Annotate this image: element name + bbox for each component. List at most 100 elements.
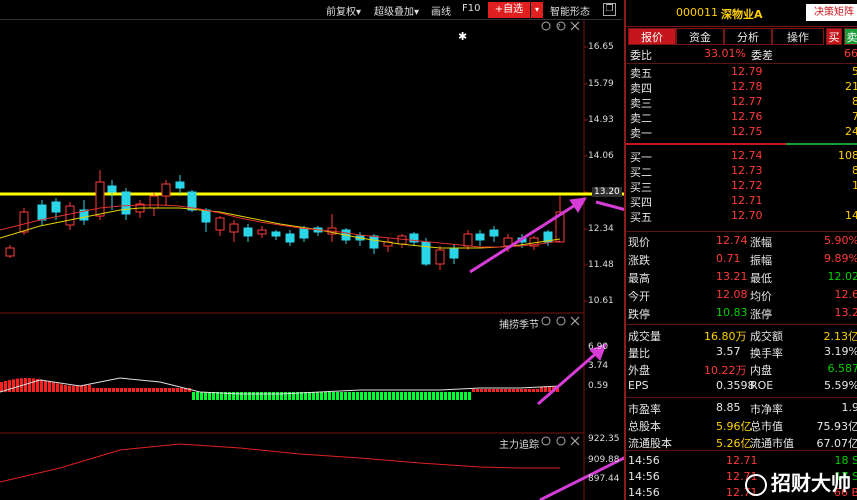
tab-funds[interactable]: 资金 <box>676 28 724 45</box>
finance-value: 8.85 <box>716 401 741 414</box>
buy-order-row: 买五 12.70 14 <box>626 209 857 224</box>
indicator1-bar <box>92 388 95 392</box>
price-axis-label: 14.93 <box>588 115 614 125</box>
candle-body <box>19 211 29 233</box>
indicator1-bar <box>48 381 51 392</box>
indicator1-bar <box>172 388 175 392</box>
indicator1-bar <box>180 388 183 392</box>
order-label: 买三 <box>630 181 652 194</box>
indicator1-bar <box>344 392 347 400</box>
indicator1-bar <box>352 392 355 400</box>
indicator1-bar <box>384 392 387 400</box>
smart-pattern-button[interactable]: 智能形态 <box>550 3 590 18</box>
indicator1-bar <box>488 389 491 392</box>
price-axis-label: 16.65 <box>588 42 614 52</box>
quote-row: 今开 12.08 均价 12.6 <box>626 288 857 303</box>
order-price: 12.72 <box>731 179 763 192</box>
candle-body <box>107 185 117 193</box>
indicator1-bar <box>400 392 403 400</box>
indicator1-bar <box>436 392 439 400</box>
main-panel-icons[interactable]: ? <box>541 21 580 31</box>
candle-body <box>161 183 171 197</box>
quote-row: 跌停 10.83 涨停 13.2 <box>626 306 857 321</box>
sell-button[interactable]: 卖 <box>844 28 857 45</box>
finance-value: 1.9 <box>841 401 857 414</box>
kline-chart[interactable]: ? ✱ <box>0 20 625 500</box>
quote-value: 9.89% <box>824 252 857 265</box>
indicator1-bar <box>532 389 535 392</box>
candle-body <box>201 209 211 223</box>
indicator1-bar <box>112 388 115 392</box>
indicator1-bar <box>508 389 511 392</box>
candle-body <box>271 231 281 237</box>
finance-label: 总股本 <box>628 420 661 433</box>
volume-row: 外盘 10.22万 内盘 6.587 <box>626 362 857 377</box>
indicator1-bar <box>544 387 547 392</box>
candle-body <box>51 201 61 213</box>
weibi-row: 委比 33.01% 委差 66 <box>630 47 857 62</box>
volume-value: 10.22万 <box>704 364 747 377</box>
quote-value: 12.74 <box>716 234 748 247</box>
indicator1-bar <box>412 392 415 400</box>
volume-label: 成交额 <box>750 330 783 343</box>
price-axis-label: 14.06 <box>588 151 614 161</box>
sell-order-row: 卖五 12.79 5 <box>626 65 857 80</box>
stock-code: 000011 <box>676 6 718 19</box>
order-label: 卖五 <box>630 67 652 80</box>
buy-order-row: 买二 12.73 8 <box>626 164 857 179</box>
indicator1-bar <box>328 392 331 400</box>
indicator1-bar <box>56 383 59 392</box>
overlay-menu[interactable]: 超级叠加▾ <box>374 3 419 18</box>
quote-label: 均价 <box>750 290 772 303</box>
indicator1-bar <box>396 392 399 400</box>
restore-window-icon[interactable]: ❐ <box>603 3 616 16</box>
buy-button[interactable]: 买 <box>826 28 842 45</box>
order-volume: 1 <box>852 179 857 192</box>
tab-quote[interactable]: 报价 <box>628 28 676 45</box>
indicator2-axis-label: 897.44 <box>588 474 620 484</box>
quote-label: 跌停 <box>628 308 650 321</box>
quote-value: 5.90% <box>824 234 857 247</box>
svg-text:?: ? <box>557 23 561 31</box>
decision-matrix-button[interactable]: 决策矩阵 <box>806 4 857 21</box>
order-label: 卖二 <box>630 112 652 125</box>
indicator1-icons[interactable] <box>541 316 580 326</box>
finance-label: 流通股本 <box>628 437 672 450</box>
order-price: 12.73 <box>731 164 763 177</box>
candle-body <box>149 195 159 209</box>
indicator1-bar <box>392 392 395 400</box>
candle-body <box>229 223 239 233</box>
indicator1-bar <box>416 392 419 400</box>
watchlist-dropdown-icon[interactable]: ▾ <box>531 2 543 18</box>
indicator2-icons[interactable] <box>541 436 580 446</box>
draw-line-button[interactable]: 画线 <box>431 3 451 18</box>
tab-analysis[interactable]: 分析 <box>724 28 772 45</box>
volume-value: 0.3598 <box>716 379 755 392</box>
indicator1-bar <box>452 392 455 400</box>
indicator1-bar <box>404 392 407 400</box>
indicator1-bar <box>40 379 43 392</box>
candle-body <box>435 249 445 265</box>
indicator1-bar <box>32 378 35 392</box>
indicator1-bar <box>472 389 475 392</box>
volume-label: 量比 <box>628 347 650 360</box>
indicator1-bar <box>456 392 459 400</box>
indicator1-bar <box>336 392 339 400</box>
quote-label: 现价 <box>628 236 650 249</box>
adjust-menu[interactable]: 前复权▾ <box>326 3 361 18</box>
indicator1-bar <box>88 384 91 392</box>
indicator1-bar <box>28 378 31 392</box>
f10-button[interactable]: F10 <box>462 3 480 14</box>
indicator1-bar <box>116 388 119 392</box>
add-watchlist-button[interactable]: +自选 <box>488 2 530 18</box>
quote-label: 涨幅 <box>750 236 772 249</box>
indicator2-line <box>0 443 560 483</box>
indicator2-title: 主力追踪 <box>499 440 539 451</box>
indicator1-bar <box>424 392 427 400</box>
candle-body <box>369 235 379 249</box>
quote-label: 涨停 <box>750 308 772 321</box>
tab-operate[interactable]: 操作 <box>772 28 824 45</box>
indicator1-bar <box>280 392 283 400</box>
indicator1-bar <box>248 392 251 400</box>
candle-body <box>285 233 295 243</box>
